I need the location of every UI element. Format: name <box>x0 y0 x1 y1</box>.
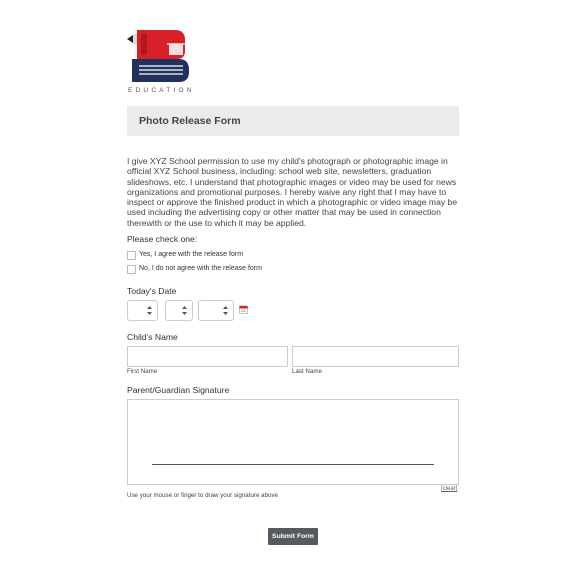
consent-label: Please check one: <box>127 234 198 244</box>
form-title: Photo Release Form <box>139 115 241 127</box>
last-name-caption: Last Name <box>292 368 322 375</box>
signature-pad[interactable] <box>127 399 459 485</box>
release-text: I give XYZ School permission to use my c… <box>127 156 458 228</box>
agree-checkbox[interactable] <box>127 251 136 260</box>
pencil-icon <box>127 35 133 43</box>
child-name-label: Child's Name <box>127 332 178 342</box>
clear-signature-link[interactable]: [clear] <box>441 486 457 492</box>
agree-option-label[interactable]: Yes, I agree with the release form <box>139 251 243 258</box>
select-arrows-icon <box>182 306 187 315</box>
submit-button[interactable]: Submit Form <box>268 528 318 545</box>
signature-help: Use your mouse or finger to draw your si… <box>127 492 278 499</box>
signature-line <box>152 464 434 465</box>
signature-label: Parent/Guardian Signature <box>127 385 230 395</box>
logo-text: EDUCATION <box>128 87 195 94</box>
disagree-checkbox[interactable] <box>127 265 136 274</box>
day-select[interactable] <box>165 300 193 321</box>
last-name-input[interactable] <box>292 346 459 367</box>
select-arrows-icon <box>223 306 228 315</box>
month-select[interactable] <box>127 300 158 321</box>
year-select[interactable] <box>198 300 234 321</box>
date-label: Today's Date <box>127 286 177 296</box>
calendar-icon[interactable] <box>239 305 248 314</box>
select-arrows-icon <box>147 306 152 315</box>
first-name-input[interactable] <box>127 346 288 367</box>
form-header: Photo Release Form <box>127 106 459 136</box>
first-name-caption: First Name <box>127 368 158 375</box>
disagree-option-label[interactable]: No, I do not agree with the release form <box>139 265 262 272</box>
